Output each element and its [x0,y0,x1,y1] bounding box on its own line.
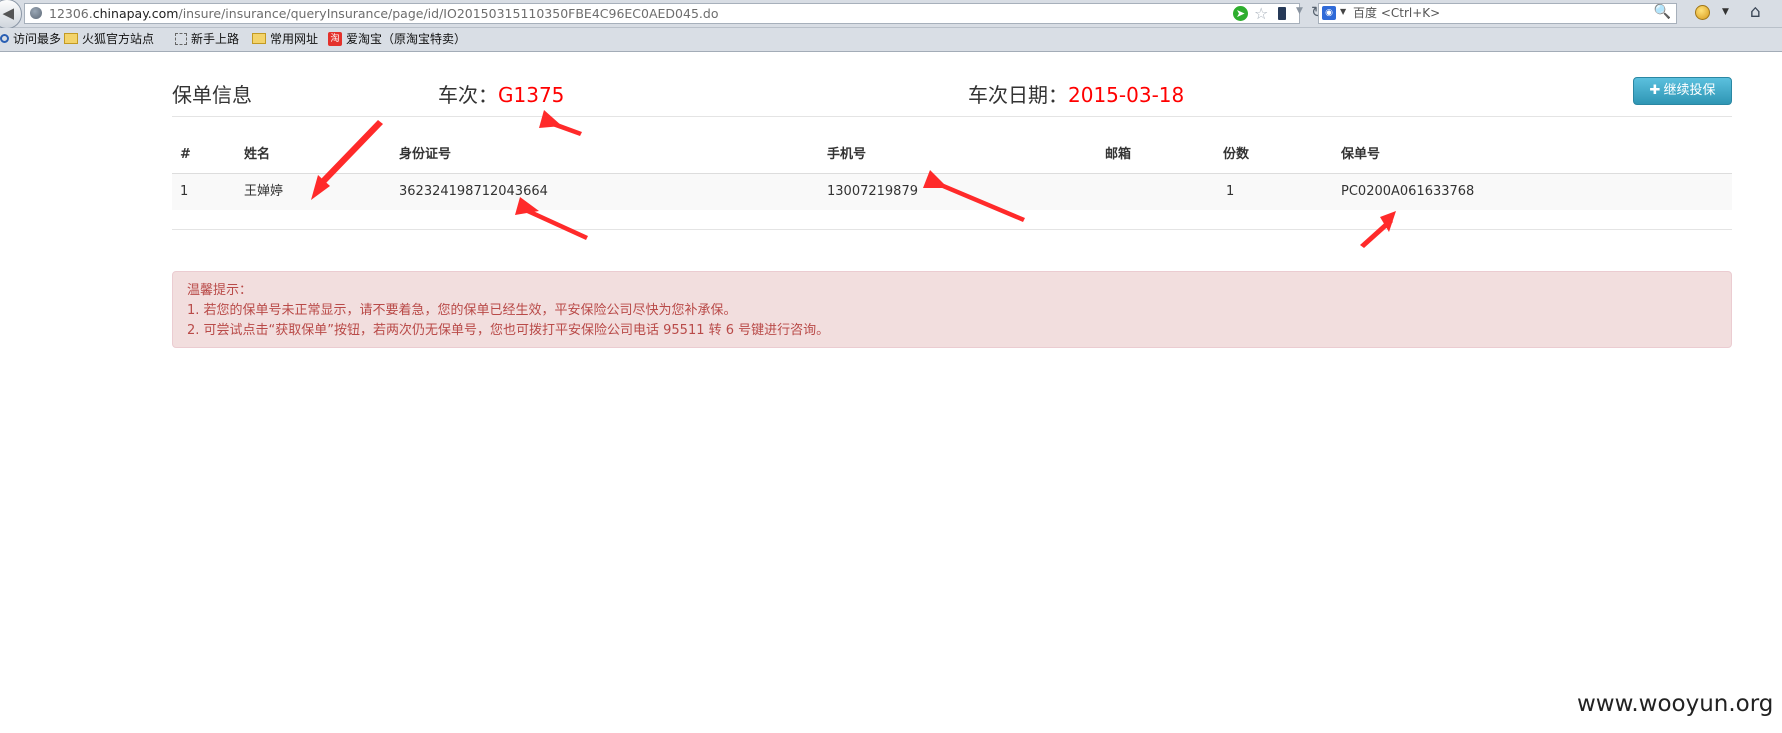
arrow-head [539,110,562,128]
arrow-head [923,170,948,188]
annotation-arrows [311,110,1396,248]
watermark: www.wooyun.org [1577,691,1774,717]
arrow-annotation [316,120,383,193]
